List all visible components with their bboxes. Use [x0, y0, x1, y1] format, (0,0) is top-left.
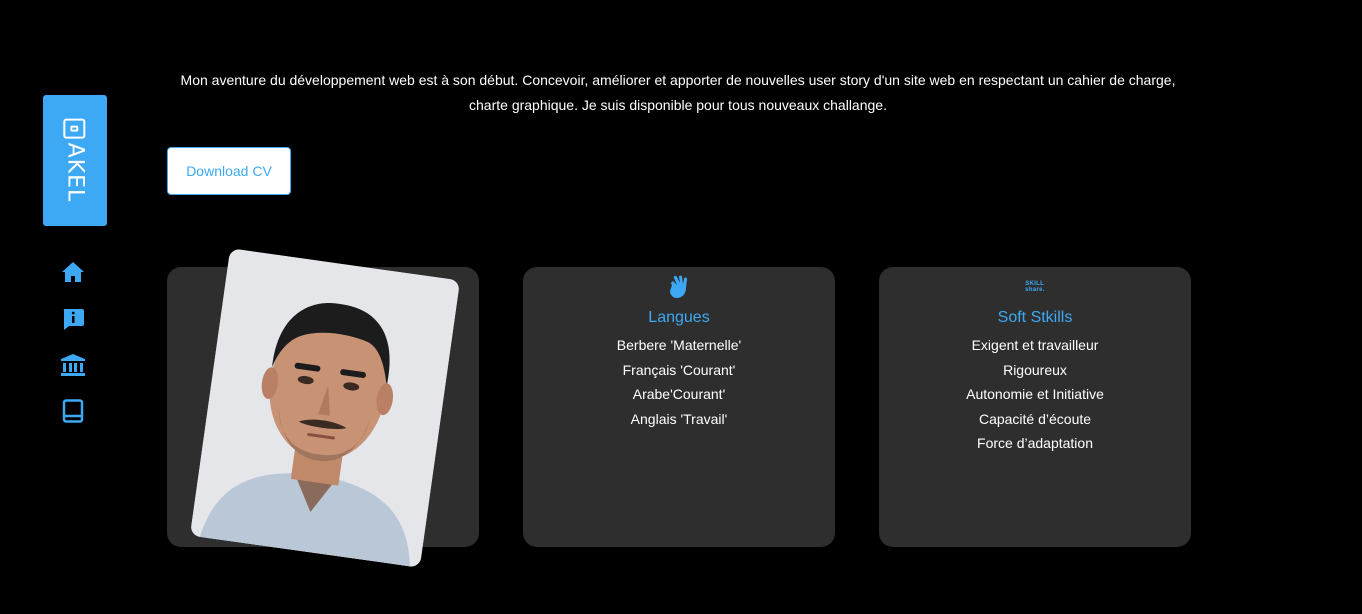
languages-list: Berbere 'Maternelle' Français 'Courant' …: [523, 333, 835, 431]
brand-logo-text: AKEL: [62, 142, 88, 203]
nav-about[interactable]: [60, 306, 86, 332]
skillshare-logo: SKILL share.: [1025, 281, 1045, 293]
list-item: Arabe'Courant': [632, 386, 726, 402]
brand-logo[interactable]: AKEL: [43, 95, 107, 226]
download-cv-button[interactable]: Download CV: [167, 147, 291, 195]
list-item: Français 'Courant': [622, 361, 736, 378]
languages-title: Langues: [648, 309, 710, 326]
list-item: Rigoureux: [1003, 361, 1067, 378]
languages-card: Langues Berbere 'Maternelle' Français 'C…: [523, 267, 835, 547]
list-item: Force d’adaptation: [977, 435, 1093, 451]
photo-card: [167, 248, 479, 568]
intro-text: Mon aventure du développement web est à …: [160, 68, 1196, 118]
nav-home[interactable]: [60, 259, 86, 285]
id-card-icon: [64, 118, 87, 139]
list-item: Capacité d’écoute: [978, 410, 1092, 427]
page: AKEL Mon aventure du développement web e…: [0, 0, 1362, 614]
info-chat-icon: [63, 309, 84, 330]
intro-line-1: Mon aventure du développement web est à …: [180, 72, 1176, 88]
soft-skills-title: Soft Stkills: [997, 309, 1073, 326]
sign-language-icon: [670, 275, 687, 298]
list-item: Autonomie et Initiative: [966, 386, 1104, 402]
list-item: Exigent et travailleur: [971, 337, 1099, 353]
intro-line-2: charte graphique. Je suis disponible pou…: [469, 97, 887, 113]
bank-icon: [61, 354, 85, 376]
list-item: Anglais 'Travail': [630, 410, 728, 427]
home-icon: [62, 262, 84, 282]
soft-skills-card: SKILL share. Soft Stkills Exigent et tra…: [879, 267, 1191, 547]
book-icon: [62, 399, 84, 423]
list-item: Berbere 'Maternelle': [616, 337, 742, 353]
nav-education[interactable]: [60, 352, 86, 378]
profile-photo: [189, 248, 461, 568]
nav-portfolio[interactable]: [60, 398, 86, 424]
soft-skills-list: Exigent et travailleur Rigoureux Autonom…: [879, 333, 1191, 456]
